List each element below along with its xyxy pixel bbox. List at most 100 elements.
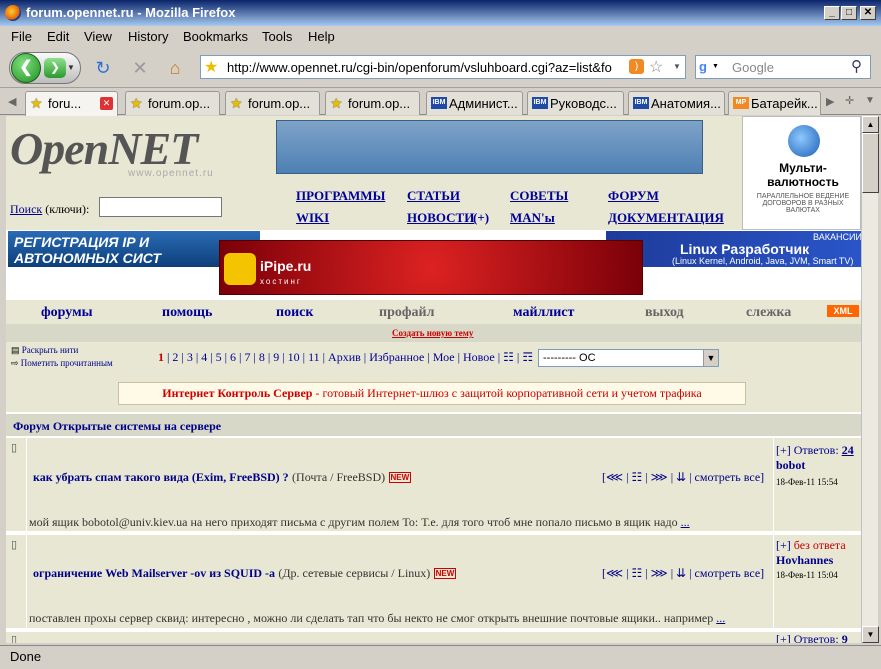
topic-author[interactable]: Hovhannes <box>776 553 846 568</box>
page-4[interactable]: 4 <box>201 350 207 364</box>
read-more[interactable]: ... <box>681 515 690 529</box>
news-plus[interactable]: (+) <box>473 210 489 226</box>
menu-file[interactable]: File <box>11 29 32 44</box>
top-banner[interactable] <box>276 120 703 174</box>
topic-title[interactable]: ограничение Web Mailserver -ov из SQUID … <box>33 566 275 580</box>
page-11[interactable]: 11 <box>308 350 320 364</box>
page-6[interactable]: 6 <box>230 350 236 364</box>
menu-history[interactable]: History <box>128 29 168 44</box>
menu-bookmarks[interactable]: Bookmarks <box>183 29 248 44</box>
banner-ipipe[interactable]: iPipe.ru хостинг <box>219 240 643 295</box>
page-1[interactable]: 1 <box>158 350 164 364</box>
tab-7[interactable]: IBM Анатомия... <box>628 91 725 115</box>
tab-6[interactable]: IBM Руководс... <box>527 91 624 115</box>
link-forum[interactable]: ФОРУМ <box>608 188 659 204</box>
answers-count[interactable]: 24 <box>842 443 854 457</box>
scroll-up-icon[interactable]: ▲ <box>862 116 879 133</box>
promo-box[interactable]: Интернет Контроль Сервер - готовый Интер… <box>118 382 746 405</box>
star-outline-icon[interactable]: ☆ <box>649 57 663 77</box>
engine-dropdown-icon[interactable]: ▼ <box>712 63 719 70</box>
answers-count[interactable]: 9 <box>842 632 848 643</box>
menu-tools[interactable]: Tools <box>262 29 292 44</box>
favorites-link[interactable]: Избранное <box>369 350 424 364</box>
tab-4[interactable]: ★ forum.op... <box>325 91 420 115</box>
link-news[interactable]: НОВОСТИ <box>407 210 474 226</box>
menu-view[interactable]: View <box>84 29 112 44</box>
section-select[interactable]: --------- OC ▼ <box>538 349 719 367</box>
back-button[interactable]: ❮ <box>11 53 41 83</box>
nav-help[interactable]: помощь <box>162 305 212 321</box>
new-link[interactable]: Новое <box>463 350 495 364</box>
banner-right[interactable]: ВАКАНСИИ Linux Разработчик (Linux Kernel… <box>606 231 861 267</box>
vertical-scrollbar[interactable]: ▲ ▼ <box>861 116 879 643</box>
tab-scroll-left-icon[interactable]: ◀ <box>8 95 16 108</box>
address-bar[interactable]: ★ http://www.opennet.ru/cgi-bin/openforu… <box>200 55 686 79</box>
tab-scroll-right-icon[interactable]: ▶ <box>826 95 834 108</box>
page-9[interactable]: 9 <box>273 350 279 364</box>
topic-cat2[interactable]: FreeBSD <box>336 470 381 484</box>
tree-view-icon[interactable]: ☷ <box>503 350 514 364</box>
search-link[interactable]: Поиск <box>10 202 42 216</box>
link-articles[interactable]: СТАТЬИ <box>407 188 460 204</box>
home-icon[interactable]: ⌂ <box>165 58 185 78</box>
tab-5[interactable]: IBM Админист... <box>426 91 523 115</box>
nav-forums[interactable]: форумы <box>41 305 93 321</box>
url-dropdown-icon[interactable]: ▼ <box>673 62 681 71</box>
page-3[interactable]: 3 <box>187 350 193 364</box>
link-tips[interactable]: СОВЕТЫ <box>510 188 568 204</box>
google-icon[interactable]: g <box>699 59 707 74</box>
page-5[interactable]: 5 <box>216 350 222 364</box>
menu-help[interactable]: Help <box>308 29 335 44</box>
nav-search[interactable]: поиск <box>276 305 313 321</box>
maximize-button[interactable]: □ <box>841 6 857 20</box>
tab-3[interactable]: ★ forum.op... <box>225 91 320 115</box>
rss-icon[interactable]: ) <box>629 59 644 74</box>
minimize-button[interactable]: _ <box>824 6 840 20</box>
mark-read[interactable]: ⇨ Пометить прочитанным <box>11 358 113 369</box>
bookmark-star-icon[interactable]: ★ <box>204 57 218 77</box>
tab-1[interactable]: ★ foru... ✕ <box>25 91 118 116</box>
xml-badge[interactable]: XML <box>827 305 859 317</box>
scroll-down-icon[interactable]: ▼ <box>862 626 879 643</box>
mine-link[interactable]: Мое <box>433 350 455 364</box>
link-programs[interactable]: ПРОГРАММЫ <box>296 188 385 204</box>
link-docs[interactable]: ДОКУМЕНТАЦИЯ <box>608 210 724 226</box>
topic-controls[interactable]: [⋘ | ☷ | ⋙ | ⇊ | смотреть все] <box>602 470 764 485</box>
close-tab-icon[interactable]: ✕ <box>100 97 113 110</box>
close-button[interactable]: ✕ <box>860 6 876 20</box>
topic-cat2[interactable]: Linux <box>398 566 427 580</box>
page-2[interactable]: 2 <box>172 350 178 364</box>
link-wiki[interactable]: WIKI <box>296 210 329 226</box>
tab-8[interactable]: MP Батарейк... <box>728 91 821 115</box>
tab-list-icon[interactable]: ▼ <box>865 95 875 106</box>
site-search-input[interactable] <box>99 197 222 217</box>
scroll-thumb[interactable] <box>862 133 879 193</box>
topic-cat1[interactable]: Почта <box>296 470 327 484</box>
topic-cat1[interactable]: Др. сетевые сервисы <box>282 566 388 580</box>
search-icon[interactable]: ⚲ <box>851 57 862 75</box>
page-7[interactable]: 7 <box>244 350 250 364</box>
topic-title[interactable]: как убрать спам такого вида (Exim, FreeB… <box>33 470 289 484</box>
stop-icon[interactable]: ✕ <box>130 58 150 78</box>
forward-button[interactable]: ❯ <box>44 58 66 78</box>
expand-threads[interactable]: ▤ Раскрыть нити <box>11 345 78 356</box>
flat-view-icon[interactable]: ☶ <box>522 350 533 364</box>
search-bar[interactable]: g ▼ Google ⚲ <box>695 55 871 79</box>
ad-right[interactable]: Мульти-валютность ПАРАЛЛЕЛЬНОЕ ВЕДЕНИЕ Д… <box>742 116 861 230</box>
create-topic-link[interactable]: Создать новую тему <box>392 328 473 338</box>
new-tab-icon[interactable]: ✛ <box>845 94 854 107</box>
history-dropdown-icon[interactable]: ▼ <box>67 63 75 72</box>
nav-maillist[interactable]: майллист <box>513 305 574 321</box>
tab-2[interactable]: ★ forum.op... <box>125 91 220 115</box>
link-man[interactable]: MAN'ы <box>510 210 555 226</box>
archive-link[interactable]: Архив <box>328 350 361 364</box>
page-10[interactable]: 10 <box>288 350 300 364</box>
topic-controls[interactable]: [⋘ | ☷ | ⋙ | ⇊ | смотреть все] <box>602 566 764 581</box>
topic-author[interactable]: bobot <box>776 458 854 473</box>
read-more[interactable]: ... <box>716 611 725 625</box>
menu-edit[interactable]: Edit <box>47 29 69 44</box>
nav-watch[interactable]: слежка <box>746 305 791 321</box>
nav-exit[interactable]: выход <box>645 305 684 321</box>
reload-icon[interactable]: ↻ <box>93 58 113 78</box>
nav-profile[interactable]: профайл <box>379 305 434 321</box>
